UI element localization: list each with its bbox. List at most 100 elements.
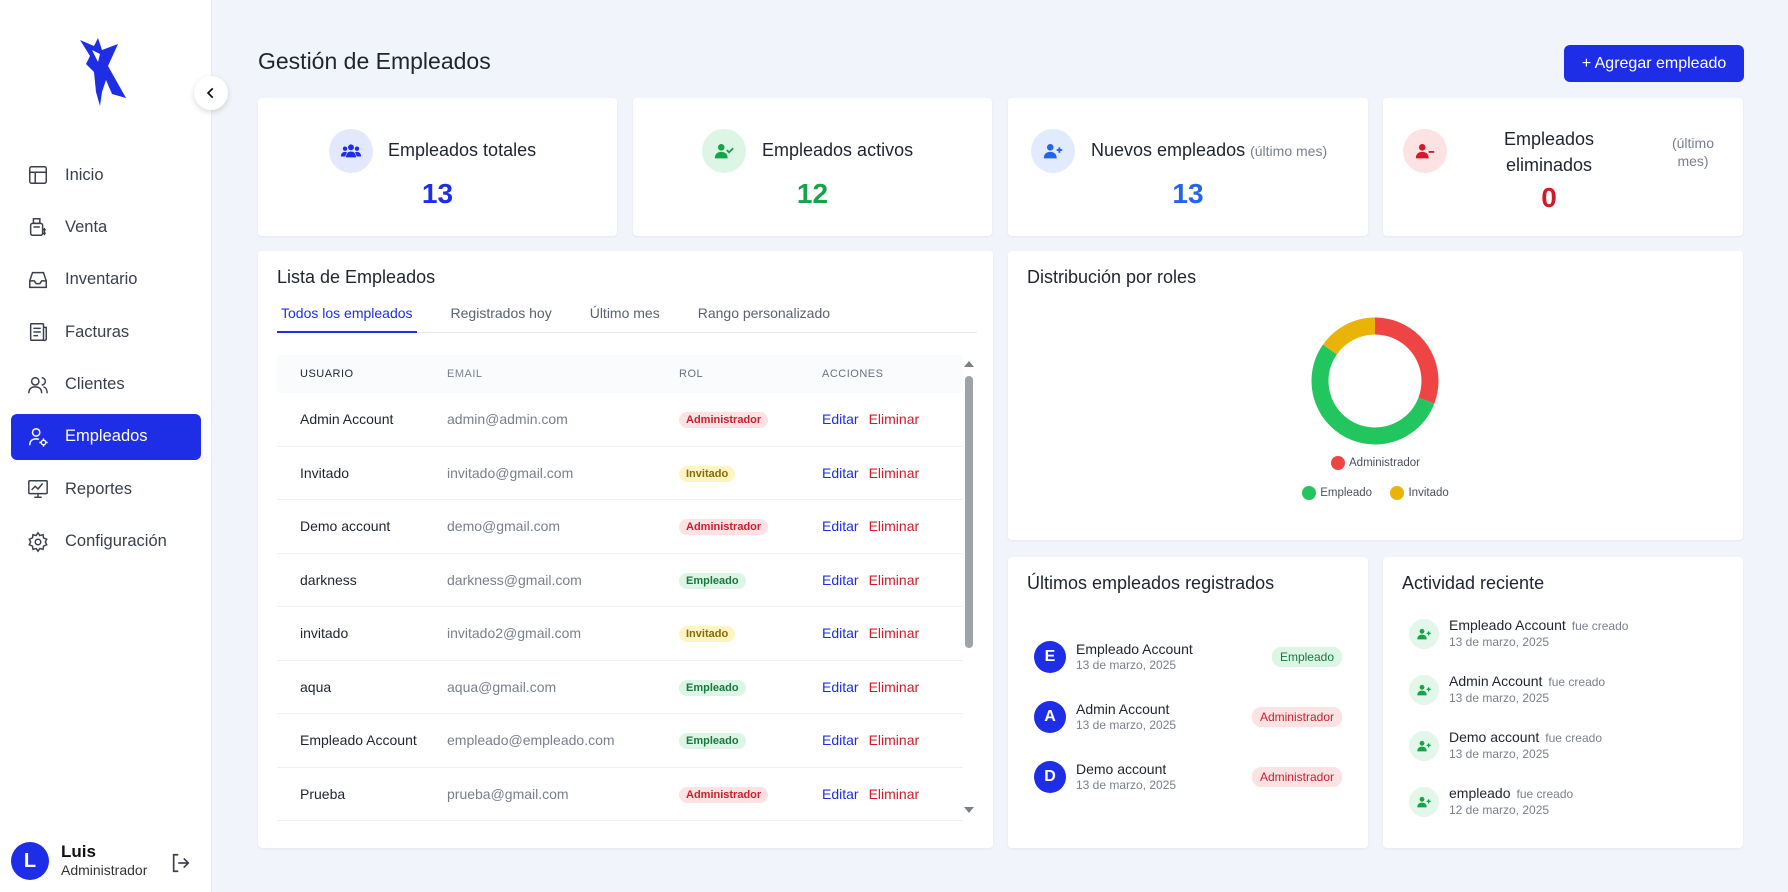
role-cell: Invitado	[679, 464, 822, 482]
actions-cell: Editar Eliminar	[822, 732, 963, 748]
stat-card-new: Nuevos empleados (último mes) 13	[1008, 98, 1368, 236]
tab-ultimo-mes[interactable]: Último mes	[586, 301, 664, 333]
user-cell: darkness	[300, 571, 357, 588]
user-plus-icon	[1409, 787, 1439, 817]
delete-button[interactable]: Eliminar	[869, 572, 920, 588]
table-row: Empleado Account empleado@empleado.com Emp…	[277, 714, 963, 768]
delete-button[interactable]: Eliminar	[869, 786, 920, 802]
chevron-left-icon	[206, 87, 214, 99]
user-name: Luis	[61, 842, 96, 861]
page-title: Gestión de Empleados	[258, 48, 491, 74]
scroll-down-arrow[interactable]	[964, 807, 974, 813]
role-badge: Administrador	[1251, 707, 1342, 727]
edit-button[interactable]: Editar	[822, 732, 859, 748]
sidebar-item-label: Empleados	[65, 427, 148, 446]
legend-item-empleado: Empleado	[1302, 486, 1372, 500]
avatar: E	[1034, 641, 1066, 673]
sidebar-item-empleados[interactable]: Empleados	[11, 413, 201, 460]
table-header: USUARIO EMAIL ROL ACCIONES	[277, 355, 963, 393]
logout-icon[interactable]	[170, 852, 192, 874]
chart-legend: Empleado Invitado	[1008, 486, 1743, 505]
sidebar-item-facturas[interactable]: Facturas	[11, 309, 201, 355]
employee-date: 13 de marzo, 2025	[1076, 658, 1177, 672]
inbox-icon	[29, 271, 47, 288]
sidebar-nav: Inicio Venta Inventario Facturas Cliente…	[11, 152, 201, 571]
monitor-chart-icon	[28, 480, 48, 499]
activity-date: 13 de marzo, 2025	[1449, 635, 1550, 649]
avatar: D	[1034, 761, 1066, 793]
email-cell: admin@admin.com	[447, 411, 568, 428]
user-minus-icon	[1403, 129, 1447, 173]
activity-name: Empleado Account	[1449, 617, 1566, 633]
sidebar-item-venta[interactable]: Venta	[11, 204, 201, 250]
employee-list-card: Lista de Empleados Todos los empleados R…	[258, 251, 993, 848]
sidebar-item-reportes[interactable]: Reportes	[11, 466, 201, 512]
layout-icon	[29, 166, 47, 184]
stat-card-active: Empleados activos 12	[633, 98, 992, 236]
stat-value: 13	[1172, 178, 1204, 209]
delete-button[interactable]: Eliminar	[869, 465, 920, 481]
table-row: Prueba prueba@gmail.com Administrador Edita…	[277, 768, 963, 821]
add-employee-button[interactable]: + Agregar empleado	[1564, 45, 1744, 82]
sidebar-item-label: Configuración	[65, 532, 167, 551]
tab-todos[interactable]: Todos los empleados	[277, 301, 417, 333]
actions-cell: Editar Eliminar	[822, 625, 963, 641]
role-badge: Empleado	[1271, 647, 1342, 667]
email-cell: darkness@gmail.com	[447, 571, 582, 588]
email-cell: demo@gmail.com	[447, 518, 561, 535]
delete-button[interactable]: Eliminar	[869, 518, 920, 534]
sidebar-item-inicio[interactable]: Inicio	[11, 152, 201, 198]
collapse-sidebar-button[interactable]	[194, 76, 228, 110]
stat-sublabel: (último mes)	[1671, 135, 1714, 169]
column-header: ROL	[679, 368, 704, 380]
delete-button[interactable]: Eliminar	[869, 411, 920, 427]
email-cell: invitado2@gmail.com	[447, 625, 582, 642]
role-badge: Administrador	[679, 412, 769, 429]
table-row: darkness darkness@gmail.com Empleado Editar…	[277, 554, 963, 607]
user-cell: Admin Account	[300, 411, 394, 428]
tab-registrados-hoy[interactable]: Registrados hoy	[447, 301, 556, 333]
legend-item-administrador: Administrador	[1331, 456, 1420, 470]
role-cell: Administrador	[679, 410, 822, 429]
edit-button[interactable]: Editar	[822, 625, 859, 641]
delete-button[interactable]: Eliminar	[869, 732, 920, 748]
employee-name: Empleado Account	[1076, 641, 1193, 657]
table-body: Admin Account admin@admin.com Administrado…	[277, 393, 963, 821]
delete-button[interactable]: Eliminar	[869, 625, 920, 641]
edit-button[interactable]: Editar	[822, 518, 859, 534]
edit-button[interactable]: Editar	[822, 411, 859, 427]
sidebar-item-label: Venta	[65, 217, 108, 236]
role-badge: Administrador	[679, 519, 769, 536]
delete-button[interactable]: Eliminar	[869, 679, 920, 695]
invoice-icon	[29, 323, 47, 342]
employee-name: Admin Account	[1076, 701, 1170, 717]
role-badge: Administrador	[679, 786, 769, 803]
user-profile[interactable]: L Luis Administrador	[11, 842, 147, 880]
table-row: invitado invitado2@gmail.com Invitado Edita…	[277, 607, 963, 661]
sidebar-item-clientes[interactable]: Clientes	[11, 362, 201, 408]
email-cell: invitado@gmail.com	[447, 464, 574, 481]
edit-button[interactable]: Editar	[822, 572, 859, 588]
list-item[interactable]: A Admin Account 13 de marzo, 2025 Adminis…	[1034, 697, 1342, 737]
column-header: USUARIO	[300, 368, 354, 380]
sidebar-item-inventario[interactable]: Inventario	[11, 257, 201, 303]
scroll-up-arrow[interactable]	[964, 361, 974, 367]
actions-cell: Editar Eliminar	[822, 411, 963, 427]
sidebar-item-configuracion[interactable]: Configuración	[11, 519, 201, 565]
edit-button[interactable]: Editar	[822, 679, 859, 695]
activity-item: Admin Account fue creado 13 de marzo, 2025	[1409, 673, 1709, 706]
user-role: Administrador	[61, 862, 148, 878]
edit-button[interactable]: Editar	[822, 465, 859, 481]
user-plus-icon	[1409, 619, 1439, 649]
users-icon	[28, 376, 48, 393]
employee-date: 13 de marzo, 2025	[1076, 718, 1177, 732]
role-badge: Empleado	[679, 733, 746, 750]
scrollbar-thumb[interactable]	[965, 376, 973, 648]
tab-rango-personalizado[interactable]: Rango personalizado	[694, 301, 834, 333]
gear-icon	[28, 531, 48, 553]
employee-name: Demo account	[1076, 761, 1167, 777]
sidebar-item-label: Facturas	[65, 322, 130, 341]
list-item[interactable]: E Empleado Account 13 de marzo, 2025 Empl…	[1034, 637, 1342, 677]
edit-button[interactable]: Editar	[822, 786, 859, 802]
list-item[interactable]: D Demo account 13 de marzo, 2025 Administ…	[1034, 757, 1342, 797]
